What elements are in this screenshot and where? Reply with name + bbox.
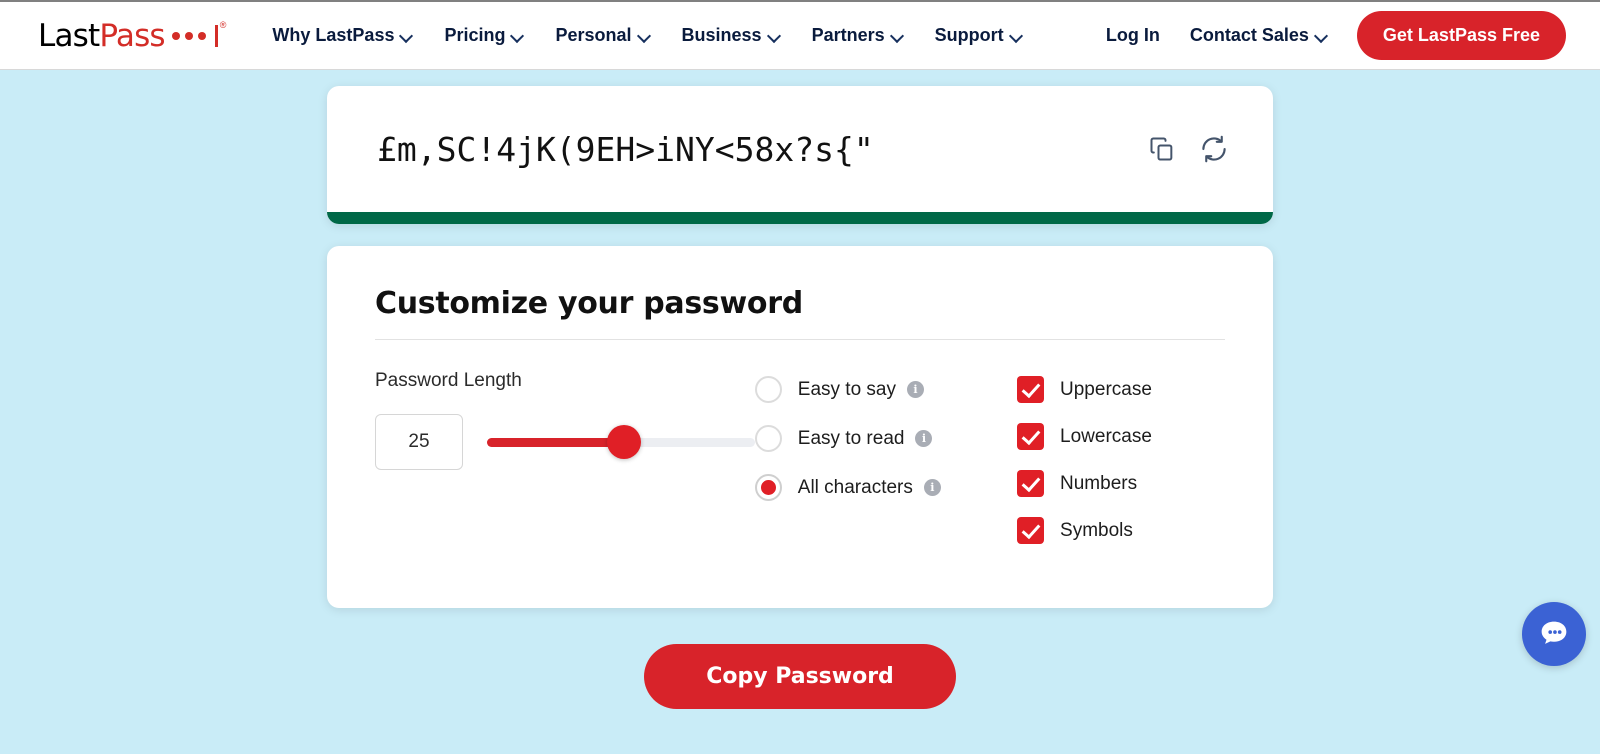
logo-text-pass: Pass — [99, 17, 165, 54]
copy-icon[interactable] — [1147, 134, 1177, 164]
logo-dot — [184, 31, 193, 40]
chevron-down-icon — [639, 30, 650, 41]
checkbox-label: Uppercase — [1060, 378, 1152, 400]
registered-trademark-symbol: ® — [219, 19, 227, 30]
nav-item-partners[interactable]: Partners — [812, 25, 903, 46]
password-actions — [1147, 134, 1229, 164]
nav-item-why-lastpass[interactable]: Why LastPass — [272, 25, 412, 46]
lastpass-logo[interactable]: Last Pass ® — [38, 18, 226, 54]
nav-right-group: Log In Contact Sales Get LastPass Free — [1106, 11, 1566, 60]
slider-fill — [487, 437, 624, 447]
character-type-checkbox-group: Uppercase Lowercase Numbers Symbols — [1017, 370, 1225, 564]
password-length-input[interactable] — [375, 414, 463, 470]
info-icon[interactable]: i — [907, 381, 924, 398]
radio-easy-to-read[interactable]: Easy to read i — [754, 425, 1017, 452]
nav-item-label: Pricing — [444, 25, 506, 45]
radio-label: All characters — [797, 476, 913, 498]
character-style-radio-group: Easy to say i Easy to read i All charact… — [754, 370, 1017, 564]
contact-sales-menu[interactable]: Contact Sales — [1190, 25, 1327, 46]
page-body: £m,SC!4jK(9EH>iNY<58x?s{" Customize your… — [0, 70, 1600, 754]
options-grid: Password Length Easy to say i — [375, 370, 1225, 564]
chevron-down-icon — [512, 30, 523, 41]
checkbox-label: Symbols — [1060, 519, 1133, 541]
radio-label: Easy to say — [797, 378, 896, 400]
nav-item-label: Support — [934, 25, 1004, 45]
nav-item-label: Personal — [555, 25, 632, 45]
chevron-down-icon — [1316, 30, 1327, 41]
checkbox-checked-icon — [1017, 517, 1045, 544]
top-navigation-bar: Last Pass ® Why LastPass Pricing Persona… — [0, 0, 1600, 70]
radio-circle-icon — [754, 425, 782, 452]
checkbox-checked-icon — [1017, 423, 1045, 450]
title-divider — [375, 339, 1225, 340]
chat-bubble-glyph — [1541, 621, 1567, 644]
logo-bar — [214, 24, 218, 47]
nav-item-pricing[interactable]: Pricing — [444, 25, 523, 46]
chat-bubble-icon[interactable] — [1522, 602, 1586, 666]
chevron-down-icon — [401, 30, 412, 41]
password-length-controls — [375, 414, 755, 470]
nav-item-label: Partners — [811, 25, 885, 45]
password-length-label: Password Length — [375, 370, 522, 391]
login-label: Log In — [1105, 25, 1160, 45]
refresh-icon[interactable] — [1199, 134, 1229, 164]
nav-item-label: Business — [681, 25, 762, 45]
info-icon[interactable]: i — [923, 479, 941, 496]
password-length-slider[interactable] — [487, 425, 755, 459]
card-title: Customize your password — [375, 286, 803, 321]
password-strength-bar — [327, 212, 1273, 224]
checkbox-uppercase[interactable]: Uppercase — [1017, 376, 1225, 403]
radio-all-characters[interactable]: All characters i — [754, 474, 1017, 501]
info-icon[interactable]: i — [915, 430, 933, 447]
nav-item-label: Why LastPass — [272, 25, 395, 45]
logo-dot — [171, 31, 180, 40]
generated-password-text[interactable]: £m,SC!4jK(9EH>iNY<58x?s{" — [377, 130, 1127, 169]
radio-label: Easy to read — [797, 427, 905, 449]
checkbox-checked-icon — [1017, 376, 1045, 403]
login-link[interactable]: Log In — [1106, 25, 1160, 46]
checkbox-numbers[interactable]: Numbers — [1017, 470, 1225, 497]
chevron-down-icon — [892, 30, 903, 41]
primary-nav-links: Why LastPass Pricing Personal Business P… — [272, 25, 1105, 46]
chevron-down-icon — [1011, 30, 1022, 41]
slider-thumb[interactable] — [606, 425, 641, 459]
get-lastpass-free-button[interactable]: Get LastPass Free — [1356, 11, 1566, 60]
copy-password-button[interactable]: Copy Password — [644, 644, 956, 709]
checkbox-checked-icon — [1017, 470, 1045, 497]
password-length-group: Password Length — [375, 370, 755, 564]
logo-dot — [197, 31, 206, 40]
nav-item-personal[interactable]: Personal — [555, 25, 649, 46]
logo-text-last: Last — [38, 17, 100, 54]
radio-easy-to-say[interactable]: Easy to say i — [754, 376, 1017, 403]
password-row: £m,SC!4jK(9EH>iNY<58x?s{" — [327, 86, 1273, 212]
checkbox-symbols[interactable]: Symbols — [1017, 517, 1225, 544]
customize-password-card: Customize your password Password Length — [327, 246, 1273, 608]
nav-item-support[interactable]: Support — [935, 25, 1022, 46]
radio-circle-icon — [754, 376, 782, 403]
generated-password-card: £m,SC!4jK(9EH>iNY<58x?s{" — [327, 86, 1273, 224]
checkbox-lowercase[interactable]: Lowercase — [1017, 423, 1225, 450]
checkbox-label: Numbers — [1060, 472, 1138, 494]
checkbox-label: Lowercase — [1060, 425, 1152, 447]
chevron-down-icon — [769, 30, 780, 41]
contact-sales-label: Contact Sales — [1189, 25, 1309, 45]
radio-circle-icon-selected — [754, 474, 782, 501]
nav-item-business[interactable]: Business — [682, 25, 780, 46]
logo-dots-mark — [171, 24, 218, 47]
